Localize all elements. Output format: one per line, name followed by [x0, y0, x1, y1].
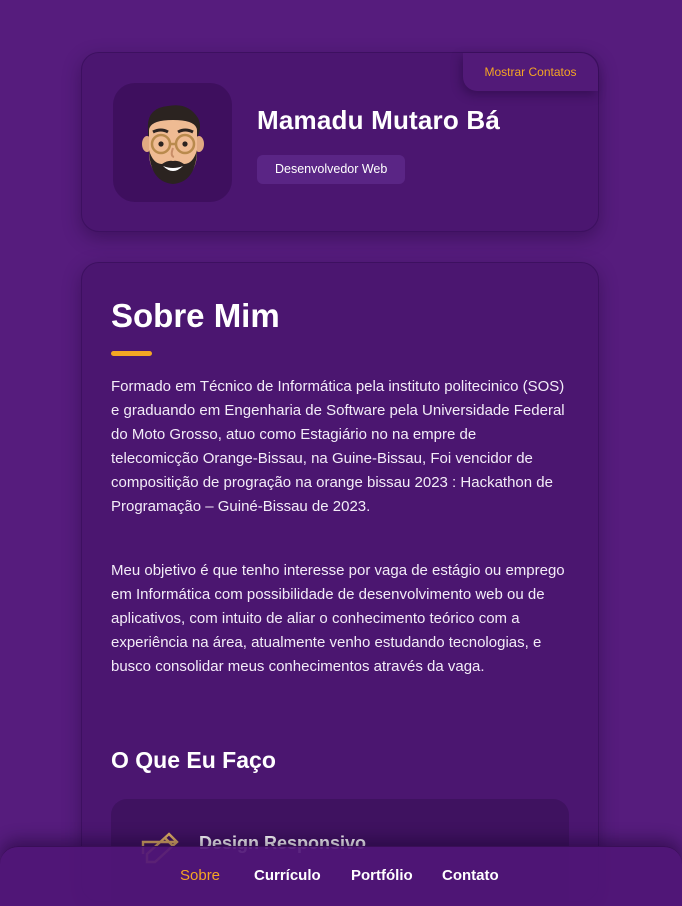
profile-name: Mamadu Mutaro Bá: [257, 105, 501, 135]
profile-card: Mostrar Contatos Mamadu Mutaro Bá Desenv…: [81, 52, 599, 232]
nav-item-portfolio[interactable]: Portfólio: [351, 867, 413, 884]
memoji-avatar-icon: [141, 104, 204, 184]
nav-item-curriculo[interactable]: Currículo: [254, 867, 321, 884]
about-title: Sobre Mim: [111, 297, 280, 334]
about-card: Sobre Mim Formado em Técnico de Informát…: [81, 262, 599, 902]
about-paragraph-2: Meu objetivo é que tenho interesse por v…: [111, 562, 565, 675]
nav-item-contato[interactable]: Contato: [442, 867, 499, 884]
nav-item-sobre[interactable]: Sobre: [180, 867, 220, 884]
title-underline: [111, 351, 152, 356]
services-title: O Que Eu Faço: [111, 747, 276, 773]
show-contacts-button[interactable]: Mostrar Contatos: [463, 53, 598, 91]
avatar: [113, 83, 232, 202]
bottom-nav: Sobre Currículo Portfólio Contato: [0, 846, 682, 906]
role-badge: Desenvolvedor Web: [257, 155, 406, 184]
about-paragraph-1: Formado em Técnico de Informática pela i…: [111, 378, 565, 515]
